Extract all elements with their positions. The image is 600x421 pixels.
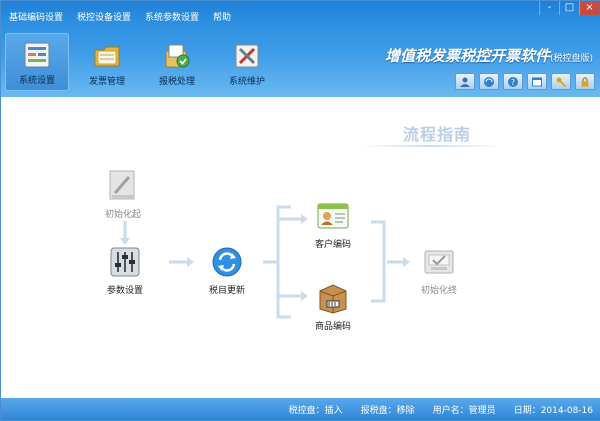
toolbar-label: 系统设置 xyxy=(18,76,55,86)
user-icon[interactable] xyxy=(455,73,475,90)
app-window: 基础编码设置 税控设备设置 系统参数设置 帮助 - □ × 系统设置 发票管理 … xyxy=(0,0,600,421)
lock-icon[interactable] xyxy=(575,73,595,90)
node-label: 商品编码 xyxy=(315,322,352,332)
node-customer-code[interactable]: 客户编码 xyxy=(315,199,351,250)
status-user: 用户名：管理员 xyxy=(432,405,496,416)
menu-tax-device[interactable]: 税控设备设置 xyxy=(77,10,131,23)
status-date: 日期：2014-08-16 xyxy=(513,405,593,416)
node-tax-update[interactable]: 税目更新 xyxy=(209,245,245,296)
sliders-icon xyxy=(110,247,140,277)
node-label: 税目更新 xyxy=(209,286,246,296)
toolbar-label: 发票管理 xyxy=(88,77,125,87)
toolbar-invoice-management[interactable]: 发票管理 xyxy=(75,33,139,91)
window-controls: - □ × xyxy=(539,1,599,15)
node-label: 客户编码 xyxy=(315,240,352,250)
status-tax-disk: 税控盘：插入 xyxy=(288,405,343,416)
key-icon[interactable] xyxy=(551,73,571,90)
quick-toolbar: ? xyxy=(455,73,595,90)
node-init-end[interactable]: 初始化终 xyxy=(421,245,457,296)
minimize-button[interactable]: - xyxy=(539,1,559,15)
help-icon[interactable]: ? xyxy=(503,73,523,90)
main-content: 流程指南 初始化起 参数设置 税目更新 客户编码 商品编码 初始化终 xyxy=(1,97,600,399)
folder-icon xyxy=(94,46,120,67)
toolbar-tax-report[interactable]: 报税处理 xyxy=(145,33,209,91)
header: 基础编码设置 税控设备设置 系统参数设置 帮助 - □ × 系统设置 发票管理 … xyxy=(1,1,600,97)
node-label: 初始化起 xyxy=(105,210,142,220)
toolbar-label: 报税处理 xyxy=(158,77,195,87)
tax-report-icon xyxy=(165,44,190,68)
node-label: 初始化终 xyxy=(421,286,458,296)
brand-title: 增值税发票税控开票软件 xyxy=(384,47,550,65)
menu-basic-codes[interactable]: 基础编码设置 xyxy=(9,10,63,23)
node-init-start[interactable]: 初始化起 xyxy=(105,169,141,220)
maximize-button[interactable]: □ xyxy=(559,1,579,15)
status-report-disk: 报税盘：移除 xyxy=(360,405,415,416)
toolbar-label: 系统维护 xyxy=(228,77,265,87)
toolbar-system-settings[interactable]: 系统设置 xyxy=(5,33,69,91)
init-end-icon xyxy=(424,250,454,274)
flow-connectors xyxy=(120,205,410,319)
update-cycle-icon xyxy=(212,247,242,277)
refresh-globe-icon[interactable] xyxy=(479,73,499,90)
customer-card-icon xyxy=(317,203,349,229)
toolbar-system-maintenance[interactable]: 系统维护 xyxy=(215,33,279,91)
tools-icon xyxy=(235,44,259,68)
main-toolbar: 系统设置 发票管理 报税处理 系统维护 xyxy=(5,33,279,91)
node-product-code[interactable]: 商品编码 xyxy=(315,281,351,332)
init-start-icon xyxy=(109,170,135,200)
svg-text:?: ? xyxy=(511,78,515,87)
product-box-icon xyxy=(319,284,347,314)
brand-subtitle: (税控盘版) xyxy=(549,54,593,64)
status-bar: 税控盘：插入 报税盘：移除 用户名：管理员 日期：2014-08-16 xyxy=(1,398,600,420)
node-params[interactable]: 参数设置 xyxy=(107,245,143,296)
settings-panel-icon xyxy=(24,42,50,68)
node-label: 参数设置 xyxy=(107,286,144,296)
menu-bar: 基础编码设置 税控设备设置 系统参数设置 帮助 xyxy=(9,10,231,23)
window-icon[interactable] xyxy=(527,73,547,90)
menu-help[interactable]: 帮助 xyxy=(213,10,231,23)
menu-system-params[interactable]: 系统参数设置 xyxy=(145,10,199,23)
app-brand: 增值税发票税控开票软件(税控盘版) xyxy=(385,45,593,66)
close-button[interactable]: × xyxy=(579,1,599,15)
